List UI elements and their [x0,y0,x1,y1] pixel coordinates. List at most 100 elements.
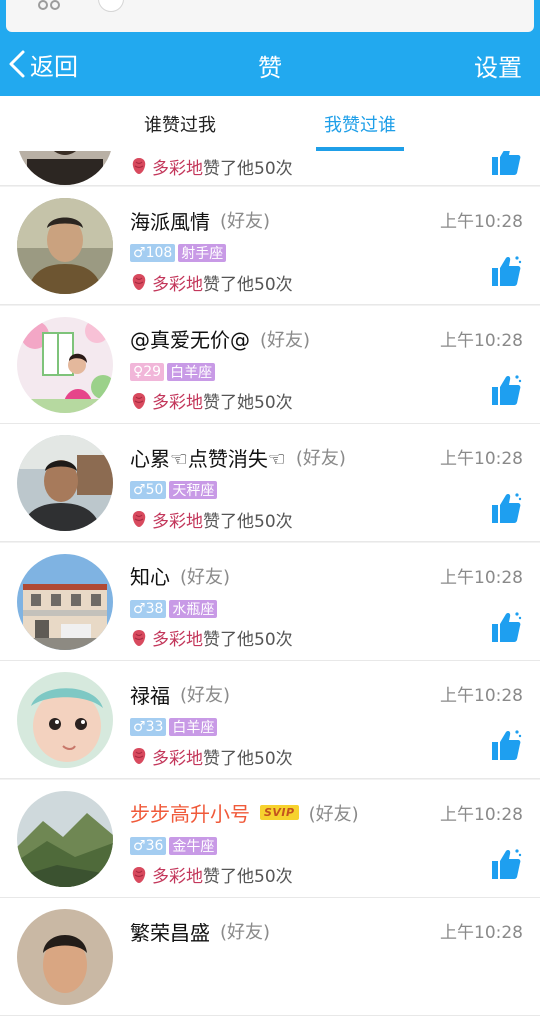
like-count-text: 赞了他50次 [203,511,293,532]
age-value: 50 [145,482,164,498]
friend-name: 步步高升小号 [130,802,250,826]
like-description: 多彩地 赞了他50次 [130,627,293,650]
friend-name: 知心 [130,565,170,589]
nav-bar: 返回 赞 设置 [0,32,540,96]
top-bar: 返回 赞 设置 [0,0,540,96]
thumbs-up-icon[interactable] [490,151,522,177]
list-item[interactable]: 心累☜点赞消失☜ (好友) 上午10:28 ♂ 50 天秤座 多彩地 赞了他50次 [0,424,540,542]
list-item[interactable]: @真爱无价@ (好友) 上午10:28 ♀ 29 白羊座多彩地 赞了她50次 [0,305,540,424]
gender-icon: ♂ [133,245,146,261]
tab-who-liked-me[interactable]: 谁赞过我 [100,96,260,152]
zodiac-badge: 白羊座 [169,718,218,736]
avatar[interactable] [17,909,113,1005]
timestamp: 上午10:28 [440,804,523,825]
profile-badges: ♂ 50 天秤座 [130,481,218,499]
gender-icon: ♂ [133,482,146,498]
gender-icon: ♂ [133,837,146,854]
avatar[interactable] [17,435,113,531]
friend-name: @真爱无价@ [130,328,250,352]
gender-icon: ♂ [133,719,146,735]
friend-tag: (好友) [220,211,271,232]
name-line: 海派風情 (好友) [130,205,270,235]
friend-name: 繁荣昌盛 [130,920,210,945]
thumbs-up-icon[interactable] [490,373,522,407]
friend-name: 海派風情 [130,209,210,234]
avatar[interactable] [17,790,113,887]
avatar[interactable] [17,198,113,294]
like-count-text: 赞了他50次 [203,748,293,769]
gender-age-badge: ♂ 108 [130,244,176,262]
list-item[interactable]: 繁荣昌盛 (好友) 上午10:28 [0,898,540,1016]
search-bar-remnant[interactable] [6,0,534,32]
like-description: 多彩地 赞了他50次 [130,508,293,532]
list-item[interactable]: 禄福 (好友) 上午10:28 ♂ 33 白羊座多彩地 赞了他50次 [0,661,540,779]
rose-icon [132,629,146,646]
rose-icon [132,748,146,764]
tab-who-i-liked[interactable]: 我赞过谁 [280,96,440,152]
gender-icon: ♂ [133,600,146,617]
timestamp: 上午10:28 [440,330,523,351]
like-count-text: 赞了他50次 [203,274,293,295]
gender-age-badge: ♂ 50 [130,481,167,499]
giver-name: 多彩地 [152,748,203,769]
avatar[interactable] [17,316,113,413]
thumbs-up-icon[interactable] [490,728,522,762]
friend-tag: (好友) [308,803,359,825]
page-title: 赞 [258,54,282,82]
zodiac-badge: 白羊座 [167,362,216,381]
gender-icon: ♀ [133,363,144,380]
like-description: 多彩地 赞了他50次 [130,745,293,769]
svip-badge: SVIP [260,805,299,820]
timestamp: 上午10:28 [440,212,523,232]
giver-name: 多彩地 [152,511,203,532]
like-count-text: 赞了他50次 [203,867,293,887]
name-line: 知心 (好友) [130,561,230,591]
giver-name: 多彩地 [152,158,203,179]
age-value: 36 [145,837,164,854]
profile-badges: ♂ 108 射手座 [130,244,227,262]
friend-name: 禄福 [130,683,170,708]
thumbs-up-icon[interactable] [490,847,522,881]
like-count-text: 赞了他50次 [203,630,293,650]
timestamp: 上午10:28 [440,686,523,706]
zodiac-badge: 金牛座 [169,836,218,855]
avatar[interactable] [17,672,113,768]
thumbs-up-icon[interactable] [490,491,522,525]
name-line: @真爱无价@ (好友) [130,324,310,354]
giver-name: 多彩地 [152,867,203,887]
settings-button[interactable]: 设置 [474,48,522,83]
friend-tag: (好友) [180,685,231,706]
rose-icon [132,392,146,409]
gender-age-badge: ♂ 38 [130,599,167,618]
list-item[interactable]: 步步高升小号 SVIP (好友) 上午10:28 ♂ 36 金牛座 多彩地 赞了他50次 [0,779,540,898]
list-item[interactable]: 多彩地 赞了他50次 [0,151,540,186]
age-value: 29 [143,363,162,380]
profile-badges: ♂ 38 水瓶座 [130,599,218,618]
pull-handle-icon[interactable] [98,0,124,12]
like-count-text: 赞了他50次 [203,158,293,179]
giver-name: 多彩地 [152,393,203,413]
like-count-text: 赞了她50次 [203,393,293,413]
like-description: 多彩地 赞了他50次 [130,271,293,295]
profile-badges: ♂ 33 白羊座 [130,718,218,736]
list-item[interactable]: 知心 (好友) 上午10:28 ♂ 38 水瓶座 多彩地 赞了他50次 [0,542,540,661]
name-line: 步步高升小号 SVIP (好友) [130,798,359,828]
zodiac-badge: 天秤座 [169,481,218,499]
like-description: 多彩地 赞了他50次 [130,155,293,179]
friend-name: 心累☜点赞消失☜ [130,446,286,471]
age-value: 108 [145,245,173,261]
name-line: 繁荣昌盛 (好友) [130,916,270,946]
friend-tag: (好友) [295,448,346,469]
profile-badges: ♂ 36 金牛座 [130,836,218,855]
thumbs-up-icon[interactable] [490,610,522,644]
like-description: 多彩地 赞了他50次 [130,864,293,887]
age-value: 38 [145,600,164,617]
avatar[interactable] [17,553,113,650]
like-description: 多彩地 赞了她50次 [130,390,293,413]
thumbs-up-icon[interactable] [490,254,522,288]
dots-icon [38,0,60,10]
rose-icon [132,866,146,883]
zodiac-badge: 水瓶座 [169,599,218,618]
list-item[interactable]: 海派風情 (好友) 上午10:28 ♂ 108 射手座多彩地 赞了他50次 [0,187,540,305]
gender-age-badge: ♂ 36 [130,836,167,855]
